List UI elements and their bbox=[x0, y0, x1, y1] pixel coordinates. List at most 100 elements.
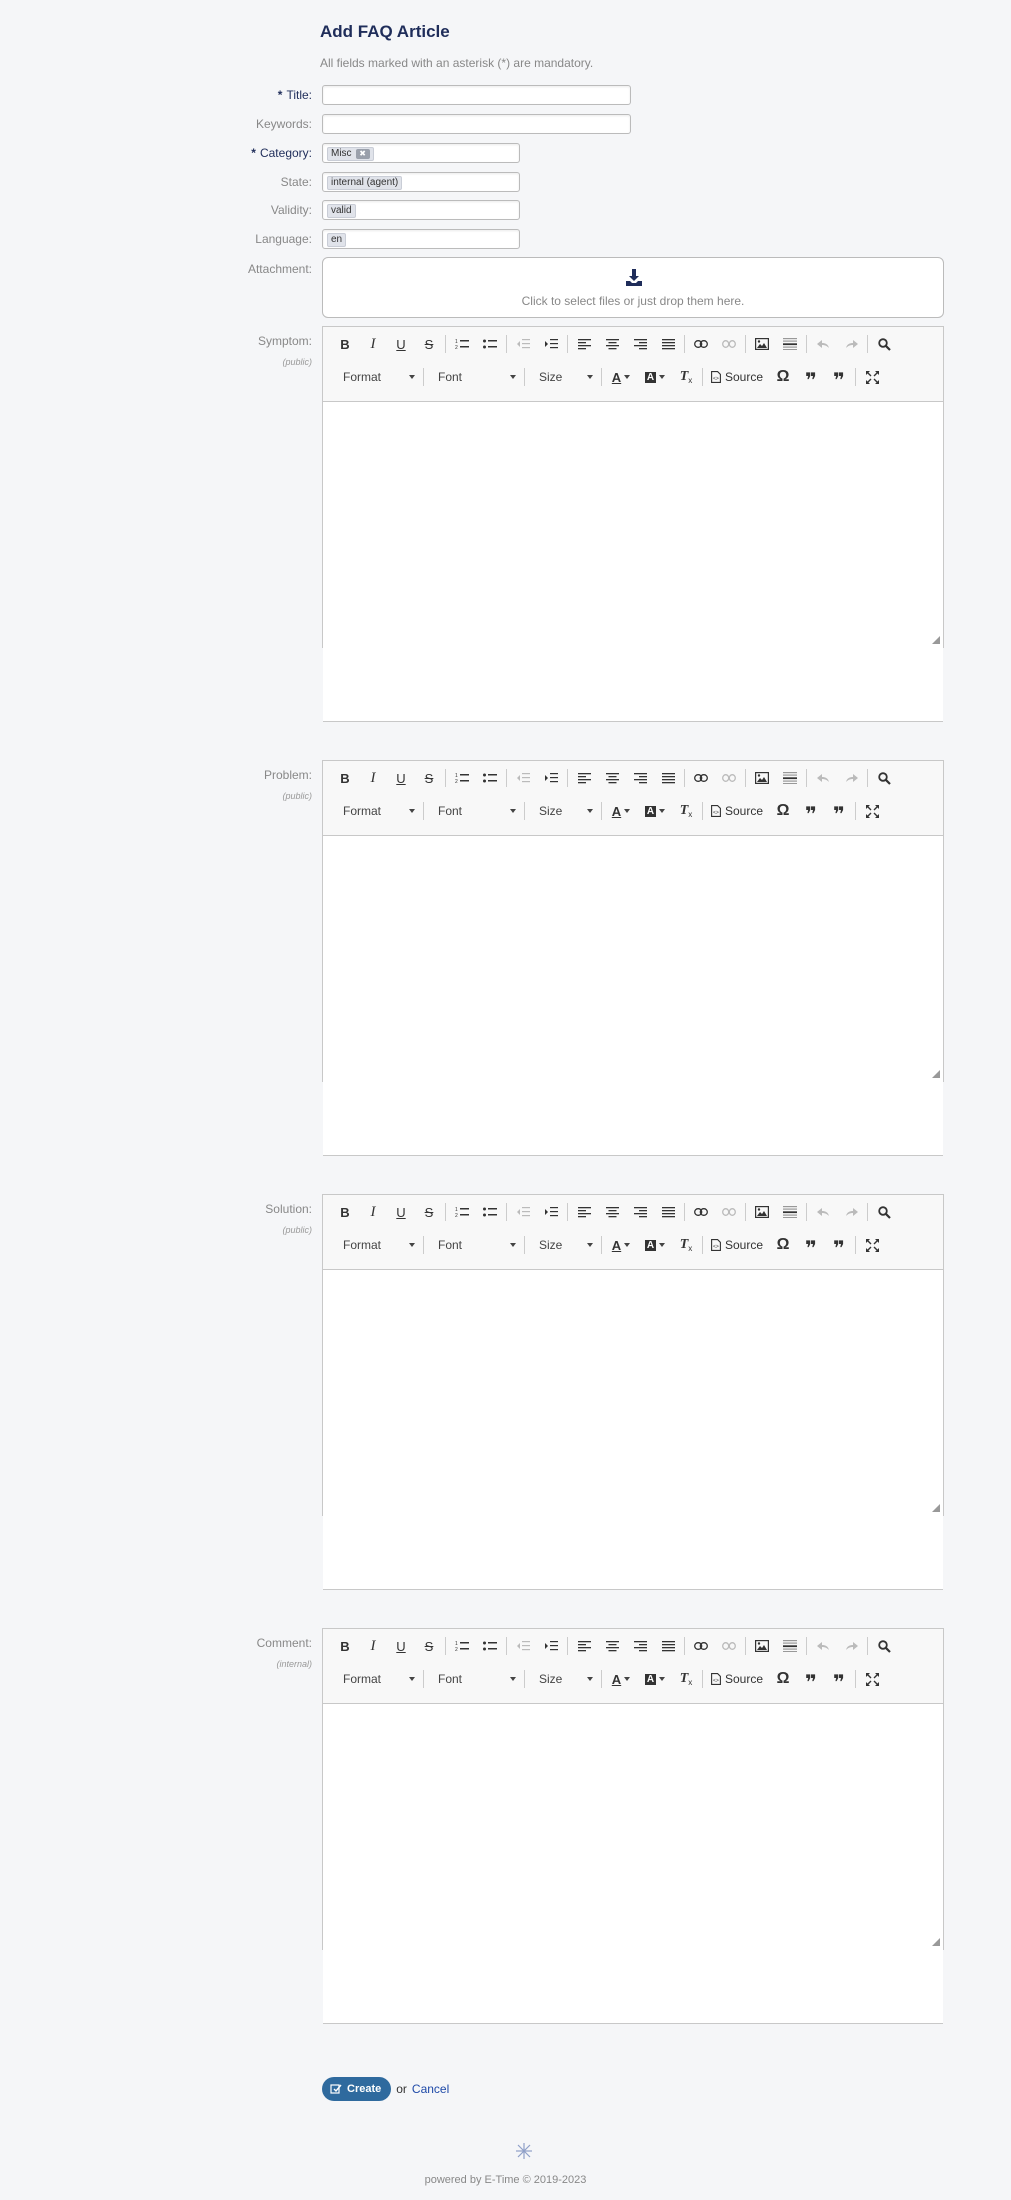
align-right-icon[interactable] bbox=[626, 766, 654, 790]
maximize-icon[interactable] bbox=[858, 365, 886, 389]
size-dropdown[interactable]: Size bbox=[527, 799, 599, 823]
attachment-dropzone[interactable]: Click to select files or just drop them … bbox=[322, 257, 944, 318]
underline-icon[interactable]: U bbox=[387, 332, 415, 356]
remove-format-icon[interactable]: Tx bbox=[672, 365, 700, 389]
resize-handle-icon[interactable] bbox=[932, 1938, 940, 1946]
strikethrough-icon[interactable]: S bbox=[415, 1634, 443, 1658]
background-color-icon[interactable]: A bbox=[638, 1667, 672, 1691]
remove-blockquote-icon[interactable]: ❞ bbox=[825, 1667, 853, 1693]
numbered-list-icon[interactable]: 12 bbox=[448, 332, 476, 356]
align-left-icon[interactable] bbox=[570, 1200, 598, 1224]
italic-icon[interactable]: I bbox=[359, 332, 387, 356]
bold-icon[interactable]: B bbox=[331, 1634, 359, 1658]
category-select[interactable]: Misc ✖ bbox=[322, 143, 520, 163]
align-right-icon[interactable] bbox=[626, 332, 654, 356]
horizontal-rule-icon[interactable] bbox=[776, 332, 804, 356]
numbered-list-icon[interactable]: 12 bbox=[448, 766, 476, 790]
bullet-list-icon[interactable] bbox=[476, 1200, 504, 1224]
redo-icon[interactable] bbox=[837, 1634, 865, 1658]
outdent-icon[interactable] bbox=[509, 1200, 537, 1224]
resize-handle-icon[interactable] bbox=[932, 1504, 940, 1512]
format-dropdown[interactable]: Format bbox=[331, 1667, 421, 1691]
align-justify-icon[interactable] bbox=[654, 766, 682, 790]
find-icon[interactable] bbox=[870, 1200, 898, 1224]
strikethrough-icon[interactable]: S bbox=[415, 332, 443, 356]
indent-icon[interactable] bbox=[537, 1200, 565, 1224]
unlink-icon[interactable] bbox=[715, 332, 743, 356]
remove-blockquote-icon[interactable]: ❞ bbox=[825, 365, 853, 391]
maximize-icon[interactable] bbox=[858, 799, 886, 823]
indent-icon[interactable] bbox=[537, 766, 565, 790]
find-icon[interactable] bbox=[870, 1634, 898, 1658]
underline-icon[interactable]: U bbox=[387, 1634, 415, 1658]
image-icon[interactable] bbox=[748, 766, 776, 790]
redo-icon[interactable] bbox=[837, 766, 865, 790]
bullet-list-icon[interactable] bbox=[476, 332, 504, 356]
unlink-icon[interactable] bbox=[715, 1200, 743, 1224]
link-icon[interactable] bbox=[687, 1200, 715, 1224]
editor-content-area[interactable] bbox=[323, 1703, 943, 2024]
undo-icon[interactable] bbox=[809, 1200, 837, 1224]
indent-icon[interactable] bbox=[537, 1634, 565, 1658]
blockquote-icon[interactable]: ❞ bbox=[797, 1667, 825, 1693]
italic-icon[interactable]: I bbox=[359, 766, 387, 790]
numbered-list-icon[interactable]: 12 bbox=[448, 1634, 476, 1658]
editor-content-area[interactable] bbox=[323, 401, 943, 722]
language-select[interactable]: en bbox=[322, 229, 520, 249]
special-char-icon[interactable]: Ω bbox=[769, 1233, 797, 1257]
align-right-icon[interactable] bbox=[626, 1634, 654, 1658]
undo-icon[interactable] bbox=[809, 766, 837, 790]
italic-icon[interactable]: I bbox=[359, 1634, 387, 1658]
resize-handle-icon[interactable] bbox=[932, 636, 940, 644]
remove-format-icon[interactable]: Tx bbox=[672, 1233, 700, 1257]
remove-format-icon[interactable]: Tx bbox=[672, 799, 700, 823]
strikethrough-icon[interactable]: S bbox=[415, 1200, 443, 1224]
source-button[interactable]: <> Source bbox=[705, 1238, 769, 1252]
text-color-icon[interactable]: A bbox=[604, 1233, 638, 1257]
align-left-icon[interactable] bbox=[570, 766, 598, 790]
state-select[interactable]: internal (agent) bbox=[322, 172, 520, 192]
remove-icon[interactable]: ✖ bbox=[355, 149, 370, 159]
align-left-icon[interactable] bbox=[570, 1634, 598, 1658]
format-dropdown[interactable]: Format bbox=[331, 365, 421, 389]
font-dropdown[interactable]: Font bbox=[426, 1233, 522, 1257]
bold-icon[interactable]: B bbox=[331, 1200, 359, 1224]
unlink-icon[interactable] bbox=[715, 1634, 743, 1658]
horizontal-rule-icon[interactable] bbox=[776, 766, 804, 790]
background-color-icon[interactable]: A bbox=[638, 1233, 672, 1257]
align-left-icon[interactable] bbox=[570, 332, 598, 356]
outdent-icon[interactable] bbox=[509, 332, 537, 356]
remove-format-icon[interactable]: Tx bbox=[672, 1667, 700, 1691]
indent-icon[interactable] bbox=[537, 332, 565, 356]
align-center-icon[interactable] bbox=[598, 1200, 626, 1224]
font-dropdown[interactable]: Font bbox=[426, 1667, 522, 1691]
special-char-icon[interactable]: Ω bbox=[769, 365, 797, 389]
special-char-icon[interactable]: Ω bbox=[769, 799, 797, 823]
align-right-icon[interactable] bbox=[626, 1200, 654, 1224]
maximize-icon[interactable] bbox=[858, 1233, 886, 1257]
special-char-icon[interactable]: Ω bbox=[769, 1667, 797, 1691]
link-icon[interactable] bbox=[687, 332, 715, 356]
bold-icon[interactable]: B bbox=[331, 332, 359, 356]
underline-icon[interactable]: U bbox=[387, 766, 415, 790]
find-icon[interactable] bbox=[870, 766, 898, 790]
remove-blockquote-icon[interactable]: ❞ bbox=[825, 799, 853, 825]
align-center-icon[interactable] bbox=[598, 766, 626, 790]
link-icon[interactable] bbox=[687, 766, 715, 790]
format-dropdown[interactable]: Format bbox=[331, 1233, 421, 1257]
format-dropdown[interactable]: Format bbox=[331, 799, 421, 823]
cancel-link[interactable]: Cancel bbox=[412, 2082, 449, 2096]
maximize-icon[interactable] bbox=[858, 1667, 886, 1691]
text-color-icon[interactable]: A bbox=[604, 365, 638, 389]
outdent-icon[interactable] bbox=[509, 766, 537, 790]
unlink-icon[interactable] bbox=[715, 766, 743, 790]
font-dropdown[interactable]: Font bbox=[426, 799, 522, 823]
size-dropdown[interactable]: Size bbox=[527, 365, 599, 389]
redo-icon[interactable] bbox=[837, 1200, 865, 1224]
validity-select[interactable]: valid bbox=[322, 200, 520, 220]
horizontal-rule-icon[interactable] bbox=[776, 1634, 804, 1658]
source-button[interactable]: <> Source bbox=[705, 1672, 769, 1686]
numbered-list-icon[interactable]: 12 bbox=[448, 1200, 476, 1224]
editor-content-area[interactable] bbox=[323, 1269, 943, 1590]
background-color-icon[interactable]: A bbox=[638, 799, 672, 823]
